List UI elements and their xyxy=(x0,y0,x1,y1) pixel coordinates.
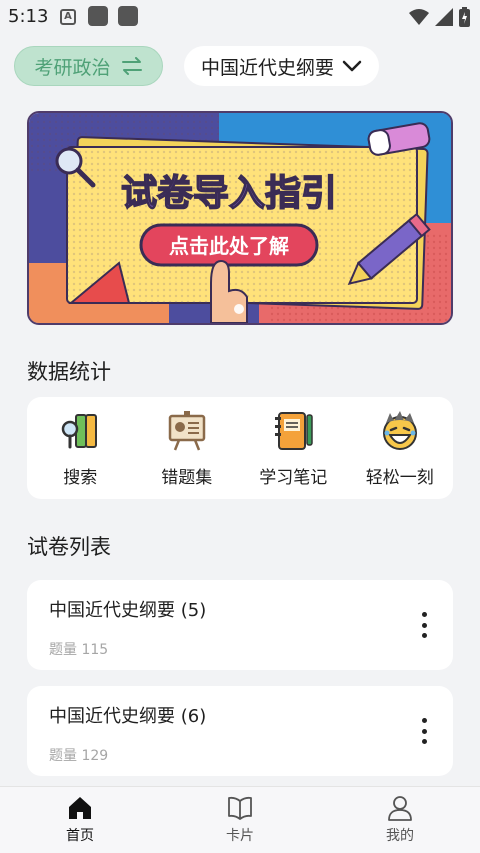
notebook-icon xyxy=(275,411,313,450)
status-time: 5:13 xyxy=(8,6,49,27)
course-label: 中国近代史纲要 xyxy=(200,56,334,79)
paper-name: 中国近代史纲要 (5) xyxy=(49,600,207,621)
paper-list-item[interactable]: 中国近代史纲要 (5) 题量 115 xyxy=(27,580,453,670)
stat-label: 学习笔记 xyxy=(259,467,328,488)
stats-card: 搜索 错题集 学习笔记 轻松一刻 xyxy=(27,397,453,499)
paper-list-title: 试卷列表 xyxy=(27,535,111,559)
person-icon xyxy=(388,796,412,821)
paper-list-item[interactable]: 中国近代史纲要 (6) 题量 129 xyxy=(27,686,453,776)
course-dropdown[interactable]: 中国近代史纲要 xyxy=(184,46,379,86)
stat-item-search[interactable]: 搜索 xyxy=(28,409,132,488)
nav-label: 卡片 xyxy=(226,828,254,844)
notification-a-icon: A xyxy=(60,9,76,25)
laughing-face-icon xyxy=(382,410,417,450)
wifi-icon xyxy=(409,9,429,25)
subject-switch-button[interactable]: 考研政治 xyxy=(14,46,163,86)
stats-section-title: 数据统计 xyxy=(27,360,111,384)
stat-item-mistakes[interactable]: 错题集 xyxy=(135,409,239,488)
more-options-icon[interactable] xyxy=(417,612,431,638)
banner-button-label: 点击此处了解 xyxy=(169,234,289,258)
nav-item-mine[interactable]: 我的 xyxy=(350,795,450,845)
home-icon xyxy=(69,797,91,819)
nav-label: 我的 xyxy=(386,828,414,844)
banner-illustration: 试卷导入指引 点击此处了解 xyxy=(29,113,451,323)
paper-name: 中国近代史纲要 (6) xyxy=(49,706,207,727)
stat-label: 轻松一刻 xyxy=(365,467,434,488)
paper-question-count: 题量 129 xyxy=(49,748,109,764)
nav-item-home[interactable]: 首页 xyxy=(30,795,130,845)
status-bar: 5:13 A xyxy=(0,0,480,34)
stat-item-notes[interactable]: 学习笔记 xyxy=(241,409,345,488)
battery-icon xyxy=(459,7,470,27)
presentation-board-icon xyxy=(168,410,205,450)
more-options-icon[interactable] xyxy=(417,718,431,744)
banner-title: 试卷导入指引 xyxy=(121,173,337,214)
subject-label: 考研政治 xyxy=(34,56,111,79)
paper-question-count: 题量 115 xyxy=(49,642,109,658)
stat-item-relax[interactable]: 轻松一刻 xyxy=(348,409,452,488)
nav-label: 首页 xyxy=(66,828,94,844)
import-guide-banner[interactable]: 试卷导入指引 点击此处了解 xyxy=(27,111,453,325)
stat-label: 搜索 xyxy=(63,467,98,488)
stat-label: 错题集 xyxy=(161,467,213,488)
swap-icon xyxy=(121,57,142,75)
nav-item-cards[interactable]: 卡片 xyxy=(190,795,290,845)
notification-icon xyxy=(88,6,108,26)
notification-icon xyxy=(118,6,138,26)
book-icon xyxy=(228,796,252,820)
search-binders-icon xyxy=(62,413,98,448)
signal-icon xyxy=(435,8,453,26)
bottom-navigation: 首页 卡片 我的 xyxy=(0,786,480,853)
chevron-down-icon xyxy=(342,60,362,72)
status-indicators xyxy=(409,7,470,27)
